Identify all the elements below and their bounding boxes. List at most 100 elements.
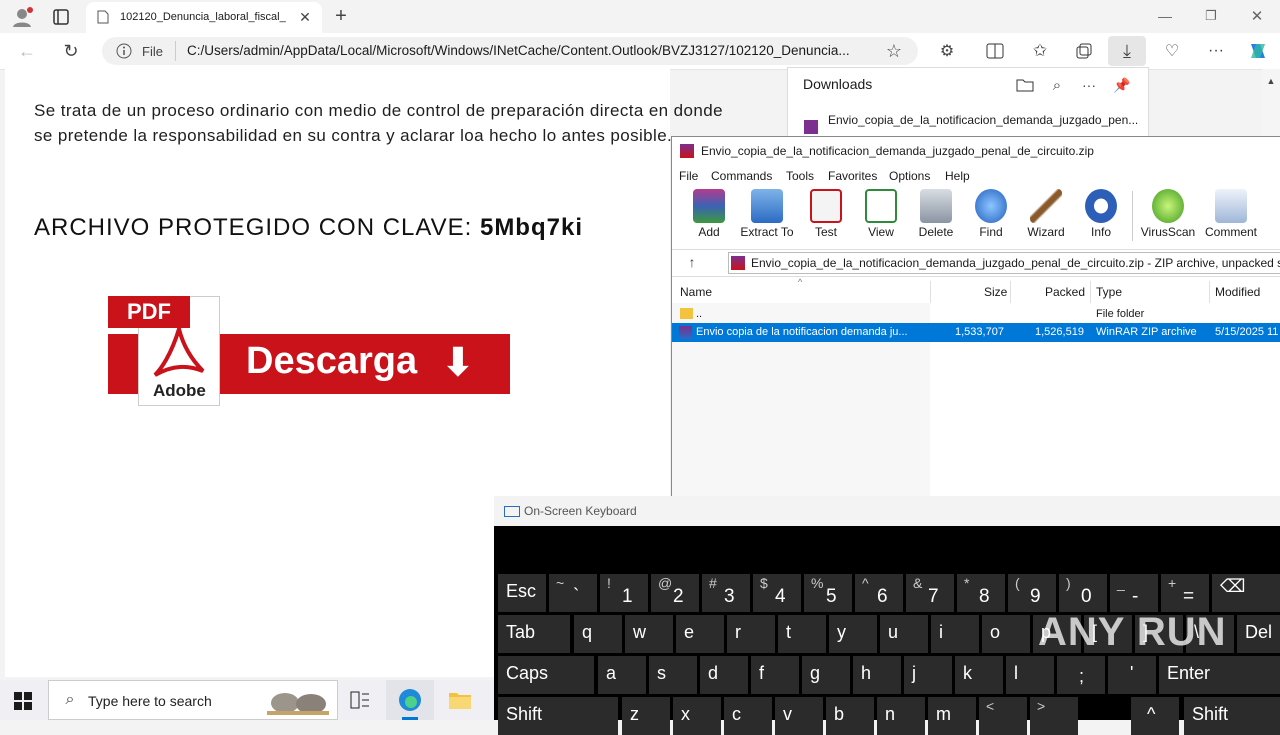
- tool-comment[interactable]: Comment: [1203, 189, 1259, 239]
- key-caps[interactable]: Caps: [498, 656, 594, 694]
- minimize-icon[interactable]: —: [1155, 6, 1175, 26]
- extensions-icon[interactable]: ⚙: [936, 40, 958, 62]
- favorite-star-icon[interactable]: ☆: [884, 41, 904, 61]
- url-box[interactable]: File C:/Users/admin/AppData/Local/Micros…: [102, 37, 918, 65]
- profile-icon[interactable]: [10, 5, 34, 29]
- column-modified[interactable]: Modified: [1215, 285, 1260, 299]
- key-b[interactable]: b: [826, 697, 874, 735]
- column-packed[interactable]: Packed: [1045, 285, 1085, 299]
- path-field[interactable]: Envio_copia_de_la_notificacion_demanda_j…: [728, 252, 1280, 274]
- close-window-icon[interactable]: ✕: [1247, 6, 1267, 26]
- key-e[interactable]: e: [676, 615, 724, 653]
- key-x[interactable]: x: [673, 697, 721, 735]
- key-k[interactable]: k: [955, 656, 1003, 694]
- key-t[interactable]: t: [778, 615, 826, 653]
- menu-options[interactable]: Options: [889, 169, 930, 183]
- key-o[interactable]: o: [982, 615, 1030, 653]
- column-size[interactable]: Size: [984, 285, 1007, 299]
- key-f[interactable]: f: [751, 656, 799, 694]
- close-tab-icon[interactable]: ✕: [298, 9, 312, 25]
- key-tab[interactable]: Tab: [498, 615, 570, 653]
- menu-favorites[interactable]: Favorites: [828, 169, 877, 183]
- key-n[interactable]: n: [877, 697, 925, 735]
- key-up-arrow[interactable]: ^: [1131, 697, 1179, 735]
- key-shift-right[interactable]: Shift: [1184, 697, 1280, 735]
- menu-commands[interactable]: Commands: [711, 169, 772, 183]
- page-scrollbar[interactable]: ▲: [1262, 69, 1280, 136]
- key-9[interactable]: (9: [1008, 574, 1056, 612]
- key-8[interactable]: * 8: [957, 574, 1005, 612]
- open-folder-icon[interactable]: [1015, 75, 1035, 95]
- tool-view[interactable]: View: [853, 189, 909, 239]
- file-explorer-taskbar-button[interactable]: [436, 680, 484, 720]
- search-downloads-icon[interactable]: ⌕: [1047, 75, 1067, 95]
- key-7[interactable]: & 7: [906, 574, 954, 612]
- key-enter[interactable]: Enter: [1159, 656, 1280, 694]
- tool-add[interactable]: Add: [681, 189, 737, 239]
- windows-start-icon[interactable]: [13, 691, 33, 711]
- key-l[interactable]: l: [1006, 656, 1054, 694]
- key-5[interactable]: % 5: [804, 574, 852, 612]
- copilot-icon[interactable]: [1246, 39, 1270, 63]
- restore-icon[interactable]: ❐: [1201, 6, 1221, 26]
- key-period[interactable]: >: [1030, 697, 1078, 735]
- key-h[interactable]: h: [853, 656, 901, 694]
- key-m[interactable]: m: [928, 697, 976, 735]
- scroll-up-icon[interactable]: ▲: [1265, 75, 1277, 87]
- key-y[interactable]: y: [829, 615, 877, 653]
- key-g[interactable]: g: [802, 656, 850, 694]
- key-minus[interactable]: _ -: [1110, 574, 1158, 612]
- browser-essentials-icon[interactable]: ♡: [1161, 40, 1183, 62]
- key-esc[interactable]: Esc: [498, 574, 546, 612]
- tool-test[interactable]: Test: [798, 189, 854, 239]
- key-a[interactable]: a: [598, 656, 646, 694]
- tab-actions-icon[interactable]: [50, 6, 72, 28]
- key-u[interactable]: u: [880, 615, 928, 653]
- key-4[interactable]: $4: [753, 574, 801, 612]
- key-comma[interactable]: <: [979, 697, 1027, 735]
- key-backspace[interactable]: ⌫: [1212, 574, 1280, 612]
- tool-info[interactable]: Info: [1073, 189, 1129, 239]
- key-w[interactable]: w: [625, 615, 673, 653]
- key-q[interactable]: q: [574, 615, 622, 653]
- up-folder-icon[interactable]: ↑: [684, 254, 700, 270]
- tool-extract[interactable]: Extract To: [739, 189, 795, 239]
- key-semicolon[interactable]: ;: [1057, 656, 1105, 694]
- key-z[interactable]: z: [622, 697, 670, 735]
- key-r[interactable]: r: [727, 615, 775, 653]
- menu-help[interactable]: Help: [945, 169, 970, 183]
- refresh-icon[interactable]: ↻: [60, 40, 82, 62]
- key-i[interactable]: i: [931, 615, 979, 653]
- key-del[interactable]: Del: [1237, 615, 1280, 653]
- info-icon[interactable]: [116, 43, 132, 59]
- edge-taskbar-button[interactable]: [386, 680, 434, 720]
- key-s[interactable]: s: [649, 656, 697, 694]
- browser-tab[interactable]: 102120_Denuncia_laboral_fiscal_ ✕: [86, 2, 322, 33]
- key-c[interactable]: c: [724, 697, 772, 735]
- download-item-name[interactable]: Envio_copia_de_la_notificacion_demanda_j…: [828, 113, 1138, 127]
- list-item-parent[interactable]: .. File folder: [672, 305, 1280, 324]
- more-icon[interactable]: ···: [1205, 40, 1227, 62]
- back-icon[interactable]: ←: [16, 40, 38, 62]
- key-6[interactable]: ^ 6: [855, 574, 903, 612]
- task-view-icon[interactable]: [348, 688, 372, 712]
- menu-file[interactable]: File: [679, 169, 698, 183]
- split-screen-icon[interactable]: [984, 40, 1006, 62]
- new-tab-icon[interactable]: +: [330, 5, 352, 27]
- tool-delete[interactable]: Delete: [908, 189, 964, 239]
- key-v[interactable]: v: [775, 697, 823, 735]
- tool-find[interactable]: Find: [963, 189, 1019, 239]
- downloads-icon[interactable]: ⤓: [1108, 36, 1146, 66]
- key-3[interactable]: #3: [702, 574, 750, 612]
- key-0[interactable]: ) 0: [1059, 574, 1107, 612]
- key-1[interactable]: ! 1: [600, 574, 648, 612]
- download-banner[interactable]: Adobe PDF Descarga ⬇: [108, 292, 510, 406]
- menu-tools[interactable]: Tools: [786, 169, 814, 183]
- taskbar-search[interactable]: ⌕ Type here to search: [48, 680, 338, 720]
- favorites-icon[interactable]: ✩: [1029, 40, 1051, 62]
- column-type[interactable]: Type: [1096, 285, 1122, 299]
- more-options-icon[interactable]: ···: [1079, 75, 1099, 95]
- key-equals[interactable]: + =: [1161, 574, 1209, 612]
- collections-icon[interactable]: [1073, 40, 1095, 62]
- list-item-selected[interactable]: Envio copia de la notificacion demanda j…: [672, 323, 1280, 342]
